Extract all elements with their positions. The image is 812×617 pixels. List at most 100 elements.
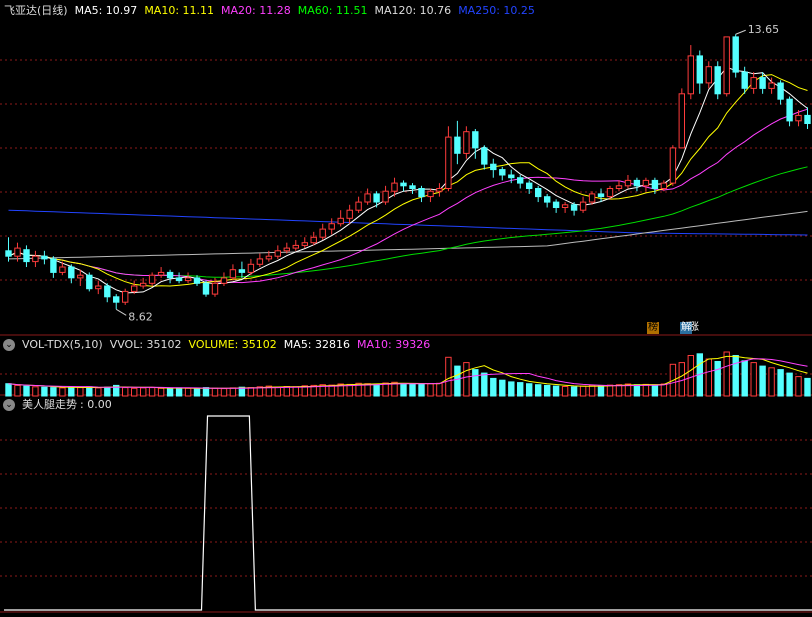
candle [624,179,632,187]
volume-bar [633,384,641,397]
candle [328,223,335,230]
volume-bar [795,376,802,397]
candle [229,269,237,279]
candle [59,266,66,273]
volume-bar [579,385,587,397]
candle [256,258,264,265]
volume-bar [104,386,111,397]
volume-bar [463,362,470,397]
ma120-line [8,210,808,260]
candle [220,277,228,284]
volume-bar [400,383,407,397]
volume-bar [570,386,578,397]
candle [14,247,21,257]
candle [283,247,291,252]
candle [122,290,129,303]
candle [490,163,497,171]
candle [651,179,659,189]
candle [238,269,246,273]
ma5-label: MA5: 10.97 [74,4,138,17]
candle [445,136,452,190]
candle [310,236,317,244]
candle [463,131,470,154]
vol-ma5-label: MA5: 32816 [283,338,351,351]
candle [104,285,111,298]
volume-bar [454,365,461,397]
volume-bar [786,372,793,397]
candle [795,114,802,122]
volume-bar [148,387,156,397]
candle [472,131,479,149]
indicator-title[interactable]: 美人腿走势 [22,397,77,413]
candle [50,258,57,273]
candle [364,193,371,203]
volume-bar [759,365,766,397]
volume-bar [552,385,560,397]
candle [642,179,650,187]
candle [274,250,282,257]
volume-bar [436,382,443,397]
candle [508,174,515,179]
low-marker [115,308,127,316]
candle [777,82,784,100]
candle [131,285,138,292]
candle [247,263,255,273]
candle [696,55,703,84]
volume-bar [687,355,694,397]
chevron-down-icon[interactable]: ⌄ [3,339,15,351]
main-title[interactable]: 飞亚达(日线) [4,3,68,19]
volume-bar [768,367,775,397]
candle [588,193,596,203]
candle [355,201,362,211]
volume-bar [23,385,30,397]
candle [382,190,389,203]
volume-bar [131,387,138,397]
volume-bar [184,387,192,397]
badge-zhang[interactable]: 涨 [688,322,700,334]
candle [436,188,443,192]
candle [301,242,309,246]
candle [723,36,730,95]
candle [346,209,353,219]
volume-bar [247,387,255,397]
badge-bang[interactable]: 榜 [647,322,659,334]
indicator-value: : 0.00 [80,398,112,411]
candle [400,182,407,187]
candle [552,201,560,209]
indicator-line [4,415,812,611]
candle [633,179,641,187]
volume-label: VOLUME: 35102 [188,338,277,351]
candle [678,93,685,149]
candle [337,217,344,225]
volume-bar [535,384,542,397]
candle [741,71,748,89]
candle [41,255,48,260]
stock-chart[interactable]: 13.65 8.62 [0,0,812,617]
vvol-label: VVOL: 35102 [109,338,182,351]
volume-bar [472,369,479,397]
ma60-line [8,166,808,278]
candle [23,249,30,263]
volume-bar [660,383,668,397]
candle [373,193,380,203]
volume-bar [292,386,300,397]
candle [535,188,542,198]
volume-legend: ⌄ VOL-TDX(5,10) VVOL: 35102 VOLUME: 3510… [0,337,430,353]
candle [481,147,488,165]
chevron-down-icon[interactable]: ⌄ [3,399,15,411]
ma5-line [8,66,808,294]
volume-bar [714,361,721,397]
volume-bar [445,356,452,397]
candle [86,274,93,290]
candle [705,66,712,84]
volume-bar [5,383,12,397]
candle [418,188,425,198]
candle [202,282,210,295]
ma120-label: MA120: 10.76 [374,4,452,17]
indicator-legend: ⌄ 美人腿走势 : 0.00 [0,397,112,413]
ma20-line [8,108,808,284]
volume-bar [220,388,228,397]
candle [687,55,694,95]
volume-bar [274,386,282,397]
volume-title[interactable]: VOL-TDX(5,10) [22,337,103,353]
